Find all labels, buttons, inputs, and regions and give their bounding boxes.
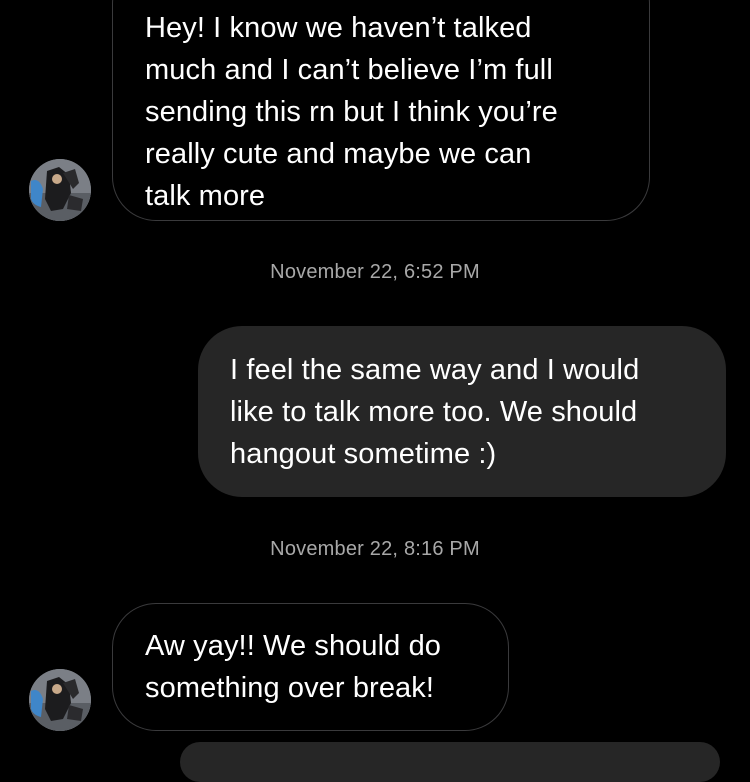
message-text-line: sending this rn but I think you’re xyxy=(145,96,558,128)
message-text-line: really cute and maybe we can xyxy=(145,138,532,170)
contact-avatar[interactable] xyxy=(29,159,91,221)
message-timestamp: November 22, 8:16 PM xyxy=(270,538,480,560)
outgoing-message-bubble[interactable]: I feel the same way and I would like to … xyxy=(198,326,726,497)
message-text-line: Aw yay!! We should do xyxy=(145,630,442,662)
message-text-line: hangout sometime :) xyxy=(230,438,497,470)
incoming-message-bubble[interactable]: Aw yay!! We should do something over bre… xyxy=(112,603,509,731)
message-text-line: talk more xyxy=(145,180,266,212)
avatar-photo-icon xyxy=(29,669,91,731)
message-text-line: something over break! xyxy=(145,672,435,704)
avatar-photo-icon xyxy=(29,159,91,221)
contact-avatar[interactable] xyxy=(29,669,91,731)
message-text-line: Hey! I know we haven’t talked xyxy=(145,12,532,44)
message-text-line: like to talk more too. We should xyxy=(230,396,638,428)
message-text-line: much and I can’t believe I’m full xyxy=(145,54,553,86)
message-timestamp: November 22, 6:52 PM xyxy=(270,261,480,283)
outgoing-message-bubble-partial[interactable] xyxy=(180,742,720,782)
incoming-message-bubble[interactable]: Hey! I know we haven’t talked much and I… xyxy=(112,0,650,221)
message-text-line: I feel the same way and I would xyxy=(230,354,640,386)
